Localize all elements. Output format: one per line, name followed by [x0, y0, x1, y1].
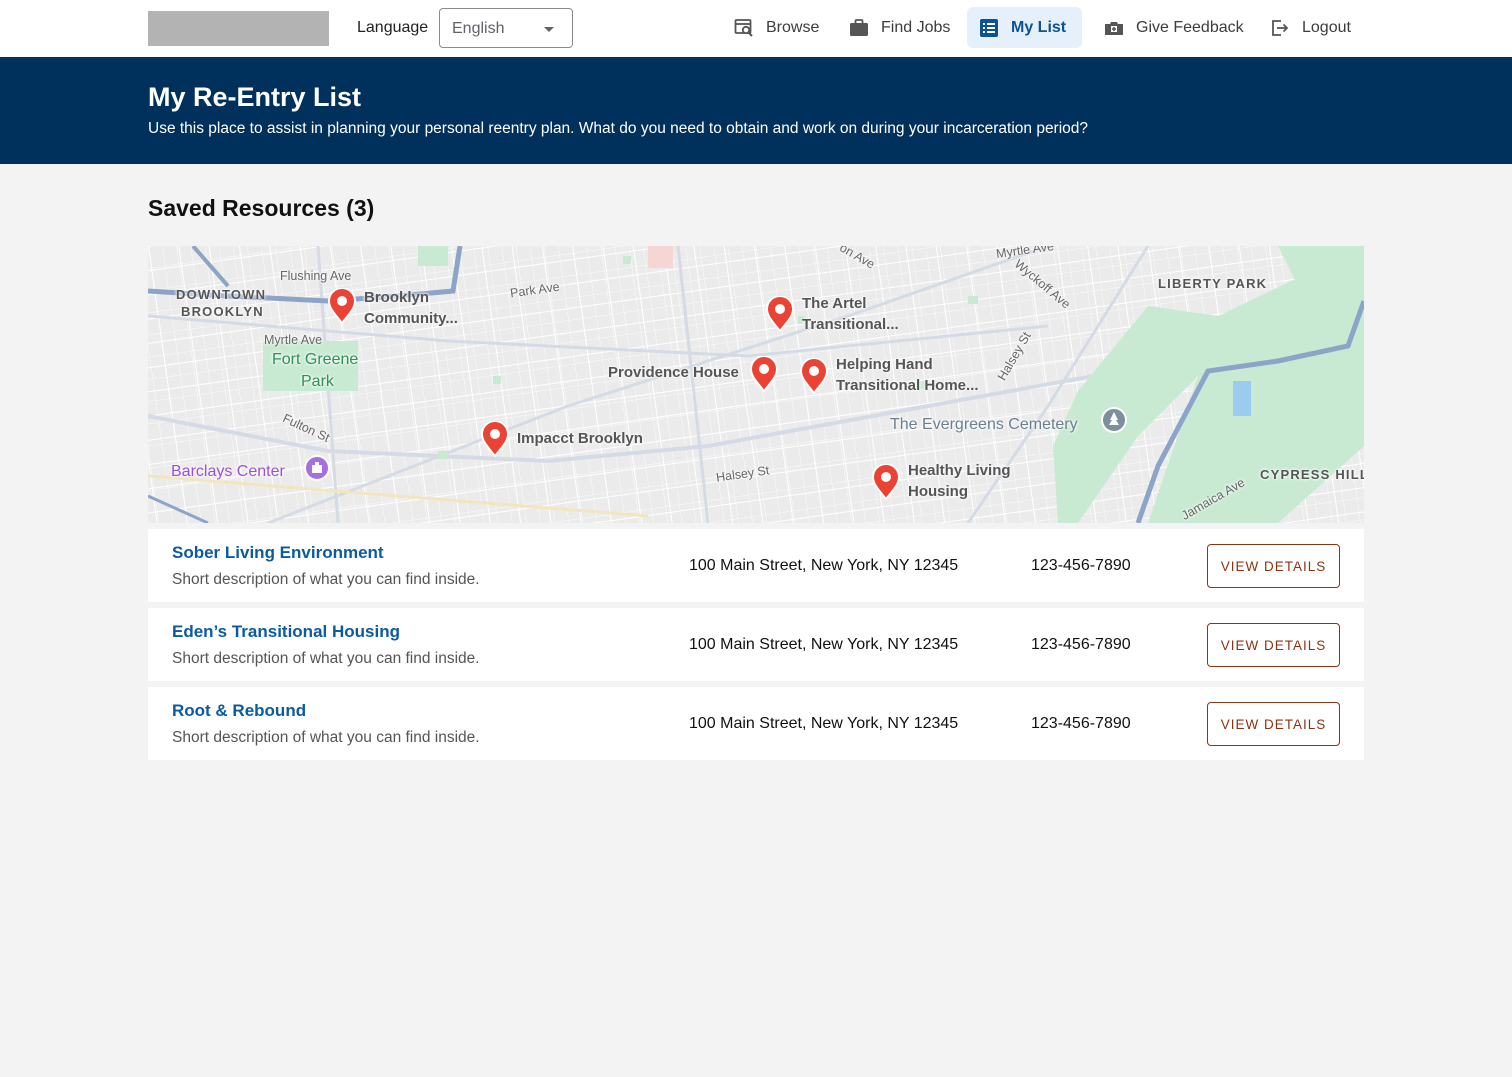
marker-label-line2: Transitional Home...	[836, 377, 979, 394]
resource-address: 100 Main Street, New York, NY 12345	[689, 557, 959, 574]
resource-phone: 123-456-7890	[1031, 715, 1131, 732]
resource-phone: 123-456-7890	[1031, 557, 1131, 574]
stadium-icon	[304, 455, 330, 481]
map-marker-icon[interactable]	[481, 421, 509, 457]
marker-label-the-artel: The Artel Transitional...	[802, 293, 899, 335]
nav-give-feedback[interactable]: Give Feedback	[1104, 7, 1244, 48]
briefcase-icon	[850, 18, 868, 36]
street-label-myrtle-west: Myrtle Ave	[264, 333, 323, 347]
resource-address: 100 Main Street, New York, NY 12345	[689, 715, 959, 732]
page-banner: My Re-Entry List Use this place to assis…	[0, 57, 1512, 164]
resource-name-link[interactable]: Eden’s Transitional Housing	[172, 622, 400, 642]
resource-phone: 123-456-7890	[1031, 636, 1131, 653]
marker-label-healthy-living: Healthy Living Housing	[908, 460, 1011, 502]
map-marker-icon[interactable]	[872, 464, 900, 500]
chevron-down-icon	[544, 27, 554, 32]
nav-logout-label: Logout	[1302, 18, 1351, 36]
map-marker-icon[interactable]	[750, 356, 778, 392]
map-marker-icon[interactable]	[766, 296, 794, 332]
site-logo[interactable]	[148, 11, 329, 46]
feedback-icon	[1105, 21, 1123, 35]
page-subtitle: Use this place to assist in planning you…	[148, 120, 1089, 137]
logout-icon	[1272, 19, 1289, 36]
street-label-flushing: Flushing Ave	[280, 269, 352, 283]
nav-give-feedback-label: Give Feedback	[1136, 18, 1244, 36]
marker-label-line2: Transitional...	[802, 316, 899, 333]
cemetery-icon	[1101, 407, 1127, 433]
marker-label-line1: Providence House	[608, 364, 739, 381]
marker-label-helping-hand: Helping Hand Transitional Home...	[836, 354, 979, 396]
marker-label-line1: Helping Hand	[836, 356, 933, 373]
marker-label-line1: Healthy Living	[908, 462, 1011, 479]
view-details-button[interactable]: VIEW DETAILS	[1207, 623, 1340, 667]
resource-row: Eden’s Transitional Housing Short descri…	[148, 608, 1364, 681]
marker-label-line1: The Artel	[802, 295, 867, 312]
saved-resources-title: Saved Resources (3)	[148, 195, 375, 221]
language-select-value: English	[452, 20, 505, 37]
place-label-brooklyn: BROOKLYN	[181, 304, 264, 319]
marker-label-providence-house: Providence House	[608, 362, 739, 383]
language-label: Language	[357, 19, 429, 36]
list-icon	[980, 18, 998, 37]
view-details-button[interactable]: VIEW DETAILS	[1207, 544, 1340, 588]
place-label-fort-greene: Fort Greene	[272, 351, 359, 368]
nav-find-jobs-label: Find Jobs	[881, 18, 951, 36]
top-navigation-bar: Language English Browse Find Jobs My Lis…	[0, 0, 1512, 57]
language-select[interactable]: English	[439, 8, 573, 48]
browse-icon	[734, 18, 753, 37]
marker-label-line2: Housing	[908, 483, 968, 500]
resource-description: Short description of what you can find i…	[172, 571, 480, 588]
resource-name-link[interactable]: Sober Living Environment	[172, 543, 384, 563]
resource-row: Root & Rebound Short description of what…	[148, 687, 1364, 760]
map-marker-icon[interactable]	[328, 288, 356, 324]
place-label-liberty-park: LIBERTY PARK	[1158, 276, 1268, 291]
nav-my-list[interactable]: My List	[967, 7, 1082, 48]
nav-browse[interactable]: Browse	[734, 7, 819, 48]
nav-my-list-label: My List	[1011, 18, 1067, 36]
marker-label-line1: Brooklyn	[364, 289, 430, 306]
view-details-button[interactable]: VIEW DETAILS	[1207, 702, 1340, 746]
resource-description: Short description of what you can find i…	[172, 650, 480, 667]
nav-find-jobs[interactable]: Find Jobs	[849, 7, 950, 48]
resource-name-link[interactable]: Root & Rebound	[172, 701, 306, 721]
resource-address: 100 Main Street, New York, NY 12345	[689, 636, 959, 653]
resource-row: Sober Living Environment Short descripti…	[148, 529, 1364, 602]
place-label-barclays: Barclays Center	[171, 463, 285, 480]
resources-map[interactable]: Flushing Ave Park Ave Myrtle Ave Fulton …	[148, 246, 1364, 523]
marker-label-brooklyn-community: Brooklyn Community...	[364, 287, 458, 329]
map-marker-icon[interactable]	[800, 358, 828, 394]
place-label-fort-greene-park: Park	[301, 373, 334, 390]
marker-label-line1: Impacct Brooklyn	[517, 430, 643, 447]
nav-logout[interactable]: Logout	[1270, 7, 1351, 48]
place-label-evergreens: The Evergreens Cemetery	[890, 416, 1078, 433]
marker-label-line2: Community...	[364, 310, 458, 327]
page-title: My Re-Entry List	[148, 82, 362, 112]
resource-description: Short description of what you can find i…	[172, 729, 480, 746]
marker-label-impacct-brooklyn: Impacct Brooklyn	[517, 428, 643, 449]
nav-browse-label: Browse	[766, 18, 820, 36]
place-label-cypress-hill: CYPRESS HILL	[1260, 467, 1364, 482]
